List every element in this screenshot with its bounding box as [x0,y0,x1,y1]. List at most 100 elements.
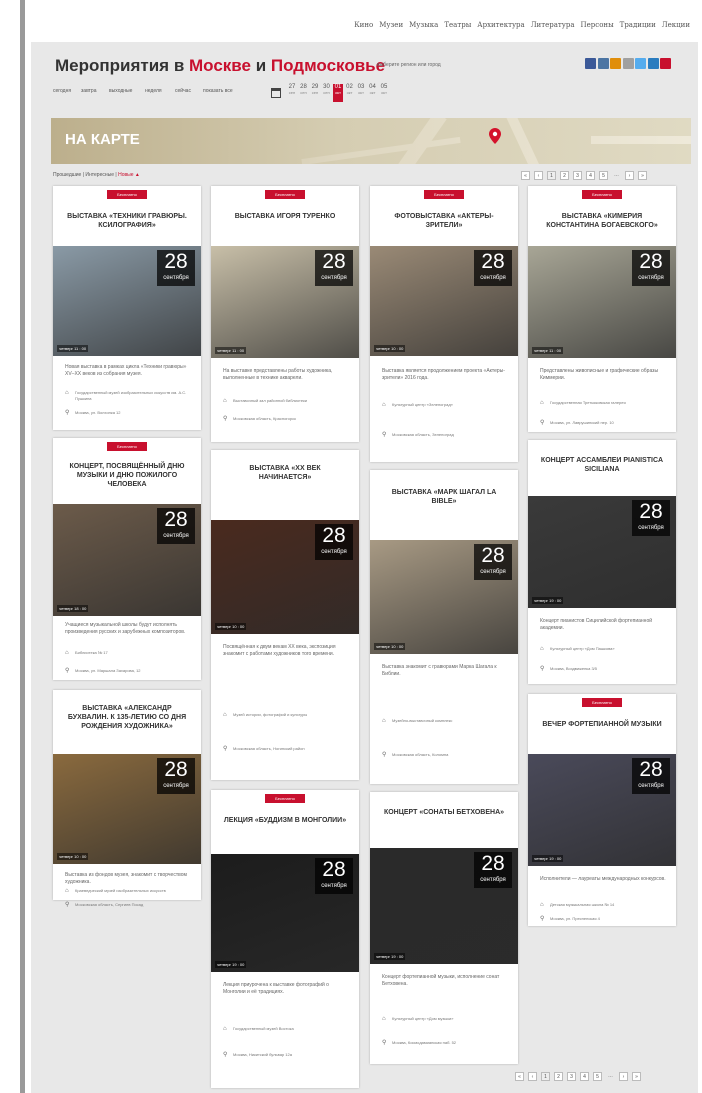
calendar-icon[interactable] [271,88,281,98]
event-title[interactable]: Вечер фортепианной музыки [540,720,664,729]
nav-item[interactable]: Лекции [662,21,690,29]
date-filter-link[interactable]: показать все [203,88,233,94]
event-venue[interactable]: ⌂ Библиотека № 17 [65,650,191,656]
event-address[interactable]: ⚲ Московская область, Сергиев Посад [65,902,191,908]
pagination-button[interactable]: « [515,1072,524,1081]
event-address[interactable]: ⚲ Москва, Никитский бульвар 12а [223,1052,349,1058]
event-title[interactable]: Фотовыставка «Актеры-зрители» [382,212,506,230]
event-address[interactable]: ⚲ Москва, ул. Пресненская 4 [540,916,666,922]
odnoklassniki-share-icon[interactable] [610,58,621,69]
event-address[interactable]: ⚲ Московская область, Коломна [382,752,508,758]
event-title[interactable]: Концерт, посвящённый Дню музыки и Дню по… [65,462,189,489]
pagination-button[interactable]: 5 [599,171,608,180]
pagination-button[interactable]: » [632,1072,641,1081]
pagination-button[interactable]: 3 [567,1072,576,1081]
pagination-button[interactable]: 1 [541,1072,550,1081]
title-city-link[interactable]: Москве [189,56,251,75]
pagination-button[interactable]: › [625,171,634,180]
event-venue[interactable]: ⌂ Государственный музей Востока [223,1026,349,1032]
pagination-button[interactable]: ‹ [534,171,543,180]
event-address[interactable]: ⚲ Москва, Космодамианская наб. 52 [382,1040,508,1046]
date-cell[interactable]: 29 сен [310,84,320,102]
event-title[interactable]: Выставка Игоря Туренко [223,212,347,221]
event-title[interactable]: Концерт «Сонаты Бетховена» [382,808,506,817]
event-photo[interactable]: 28 сентября четверг 10 : 00 [370,246,518,356]
pagination-button[interactable]: 2 [560,171,569,180]
event-venue[interactable]: ⌂ Музей истории, фотографий и культуры [223,712,349,718]
event-title[interactable]: Выставка «Техники гравюры. Ксилография» [65,212,189,230]
event-address[interactable]: ⚲ Московская область, Зеленоград [382,432,508,438]
event-venue[interactable]: ⌂ Краеведческий музей изобразительных иск… [65,888,191,894]
nav-item[interactable]: Литература [531,21,575,29]
date-filter-link[interactable]: неделя [145,88,162,94]
pagination-button[interactable]: 3 [573,171,582,180]
event-card[interactable]: Концерт «Сонаты Бетховена» 28 сентября четв… [370,792,518,1064]
pagination-button[interactable]: 4 [586,171,595,180]
event-address[interactable]: ⚲ Москва, ул. Волхонка 12 [65,410,191,416]
event-venue[interactable]: ⌂ Выставочный зал районной библиотеки [223,398,349,404]
event-address[interactable]: ⚲ Москва, ул. Маршала Захарова, 12 [65,668,191,674]
event-venue[interactable]: ⌂ Государственный музей изобразительных и… [65,390,191,402]
event-photo[interactable]: 28 сентября четверг 11 : 00 [528,246,676,358]
event-card[interactable]: Выставка «Александр Бухвалин. К 135-лети… [53,690,201,908]
nav-item[interactable]: Традиции [620,21,656,29]
date-filter-link[interactable]: сегодня [53,88,71,94]
event-venue[interactable]: ⌂ Культурный центр «Зеленоград» [382,402,508,408]
date-filter-link[interactable]: сейчас [175,88,191,94]
event-title[interactable]: Выставка «Кимерия Константина Богаевског… [540,212,664,230]
event-venue[interactable]: ⌂ Детская музыкальная школа № 14 [540,902,666,908]
event-title[interactable]: Концерт Ассамблеи Pianistica Siciliana [540,456,664,474]
date-cell[interactable]: 05 окт [379,84,389,102]
date-cell[interactable]: 01 окт [333,84,343,102]
nav-item[interactable]: Музыка [409,21,438,29]
event-card[interactable]: Бесплатно Выставка «Техники гравюры. Ксил… [53,186,201,430]
title-region-link[interactable]: Подмосковье [271,56,385,75]
date-cell[interactable]: 27 сен [287,84,297,102]
event-address[interactable]: ⚲ Москва, Воздвиженка 3/5 [540,666,666,672]
vk-share-icon[interactable] [585,58,596,69]
pagination-button[interactable]: 4 [580,1072,589,1081]
event-address[interactable]: ⚲ Московская область, Красногорск [223,416,349,422]
event-card[interactable]: Бесплатно Выставка «Кимерия Константина Б… [528,186,676,432]
event-photo[interactable]: 28 сентября четверг 19 : 00 [370,848,518,964]
event-photo[interactable]: 28 сентября четверг 11 : 00 [53,246,201,356]
region-selector-link[interactable]: выберите регион или город [377,62,441,68]
event-photo[interactable]: 28 сентября четверг 18 : 00 [53,504,201,616]
google-share-icon[interactable] [660,58,671,69]
filter-option[interactable]: Прошедшие [53,172,81,178]
date-cell[interactable]: 04 окт [368,84,378,102]
nav-item[interactable]: Театры [444,21,471,29]
event-photo[interactable]: 28 сентября четверг 19 : 00 [528,754,676,866]
facebook-share-icon[interactable] [597,58,609,69]
date-cell[interactable]: 30 сен [322,84,332,102]
event-photo[interactable]: 28 сентября четверг 19 : 00 [528,496,676,608]
pagination-button[interactable]: ‹ [528,1072,537,1081]
pagination-button[interactable]: 1 [547,171,556,180]
pagination-button[interactable]: › [619,1072,628,1081]
event-card[interactable]: Бесплатно Концерт, посвящённый Дню музыки… [53,438,201,680]
date-filter-link[interactable]: завтра [81,88,96,94]
event-photo[interactable]: 28 сентября четверг 19 : 00 [211,854,359,972]
date-cell[interactable]: 03 окт [356,84,366,102]
pagination-button[interactable]: » [638,171,647,180]
nav-item[interactable]: Архитектура [477,21,524,29]
event-photo[interactable]: 28 сентября четверг 10 : 00 [211,520,359,634]
event-title[interactable]: Выставка «Марк Шагал La Bible» [382,488,506,506]
event-card[interactable]: Выставка «Марк Шагал La Bible» 28 сентября… [370,470,518,784]
map-banner[interactable]: НА КАРТЕ [51,118,691,164]
event-venue[interactable]: ⌂ Музейно-выставочный комплекс [382,718,508,724]
event-title[interactable]: Лекция «Буддизм в Монголии» [223,816,347,825]
event-card[interactable]: Бесплатно Фотовыставка «Актеры-зрители» 28… [370,186,518,462]
event-title[interactable]: Выставка «Александр Бухвалин. К 135-лети… [65,704,189,731]
event-card[interactable]: Выставка «XX век начинается» 28 сентября че… [211,450,359,780]
event-photo[interactable]: 28 сентября четверг 10 : 00 [53,754,201,864]
event-venue[interactable]: ⌂ Культурный центр «Дом музыки» [382,1016,508,1022]
pagination-button[interactable]: « [521,171,530,180]
event-card[interactable]: Бесплатно Выставка Игоря Туренко 28 сентябр… [211,186,359,442]
event-photo[interactable]: 28 сентября четверг 11 : 00 [211,246,359,358]
pagination-button[interactable]: 5 [593,1072,602,1081]
event-card[interactable]: Бесплатно Лекция «Буддизм в Монголии» 28 се… [211,790,359,1088]
date-cell[interactable]: 02 окт [345,84,355,102]
event-venue[interactable]: ⌂ Культурный центр «Дом Пашкова» [540,646,666,652]
date-cell[interactable]: 28 сен [299,84,309,102]
